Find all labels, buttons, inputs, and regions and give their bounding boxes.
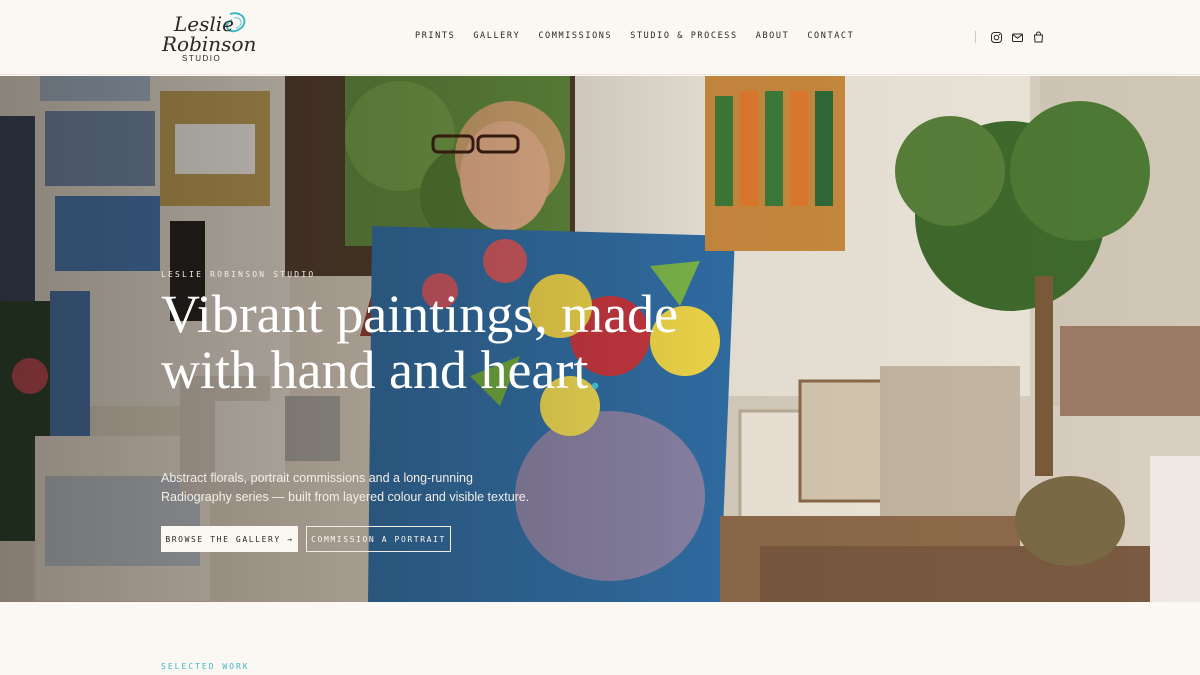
header-icons	[990, 31, 1045, 44]
hero-headline: Vibrant paintings, made with hand and he…	[161, 286, 681, 398]
studio-logo[interactable]: Leslie Robinson STUDIO	[160, 10, 256, 66]
instagram-icon[interactable]	[990, 31, 1003, 44]
nav-item-contact[interactable]: CONTACT	[807, 31, 854, 41]
mail-icon[interactable]	[1011, 31, 1024, 44]
main-nav: PRINTS GALLERY COMMISSIONS STUDIO & PROC…	[415, 31, 854, 41]
commission-portrait-button[interactable]: COMMISSION A PORTRAIT	[306, 526, 451, 552]
header-divider	[975, 31, 976, 43]
nav-item-commissions[interactable]: COMMISSIONS	[538, 31, 612, 41]
hero-subtext: Abstract florals, portrait commissions a…	[161, 471, 530, 504]
logo-line-2: Robinson	[162, 32, 257, 56]
browse-gallery-button[interactable]: BROWSE THE GALLERY →	[161, 526, 298, 552]
cart-icon[interactable]	[1032, 31, 1045, 44]
nav-item-studio-process[interactable]: STUDIO & PROCESS	[630, 31, 737, 41]
selected-work-label: SELECTED WORK	[161, 662, 250, 671]
site-header: Leslie Robinson STUDIO PRINTS GALLERY CO…	[0, 0, 1200, 75]
nav-item-about[interactable]: ABOUT	[756, 31, 790, 41]
logo-line-3: STUDIO	[182, 54, 222, 63]
nav-item-prints[interactable]: PRINTS	[415, 31, 455, 41]
hero-headline-dot: .	[588, 340, 602, 400]
hero-section: LESLIE ROBINSON STUDIO Vibrant paintings…	[0, 76, 1200, 602]
hero-eyebrow: LESLIE ROBINSON STUDIO	[161, 270, 316, 279]
nav-item-gallery[interactable]: GALLERY	[473, 31, 520, 41]
